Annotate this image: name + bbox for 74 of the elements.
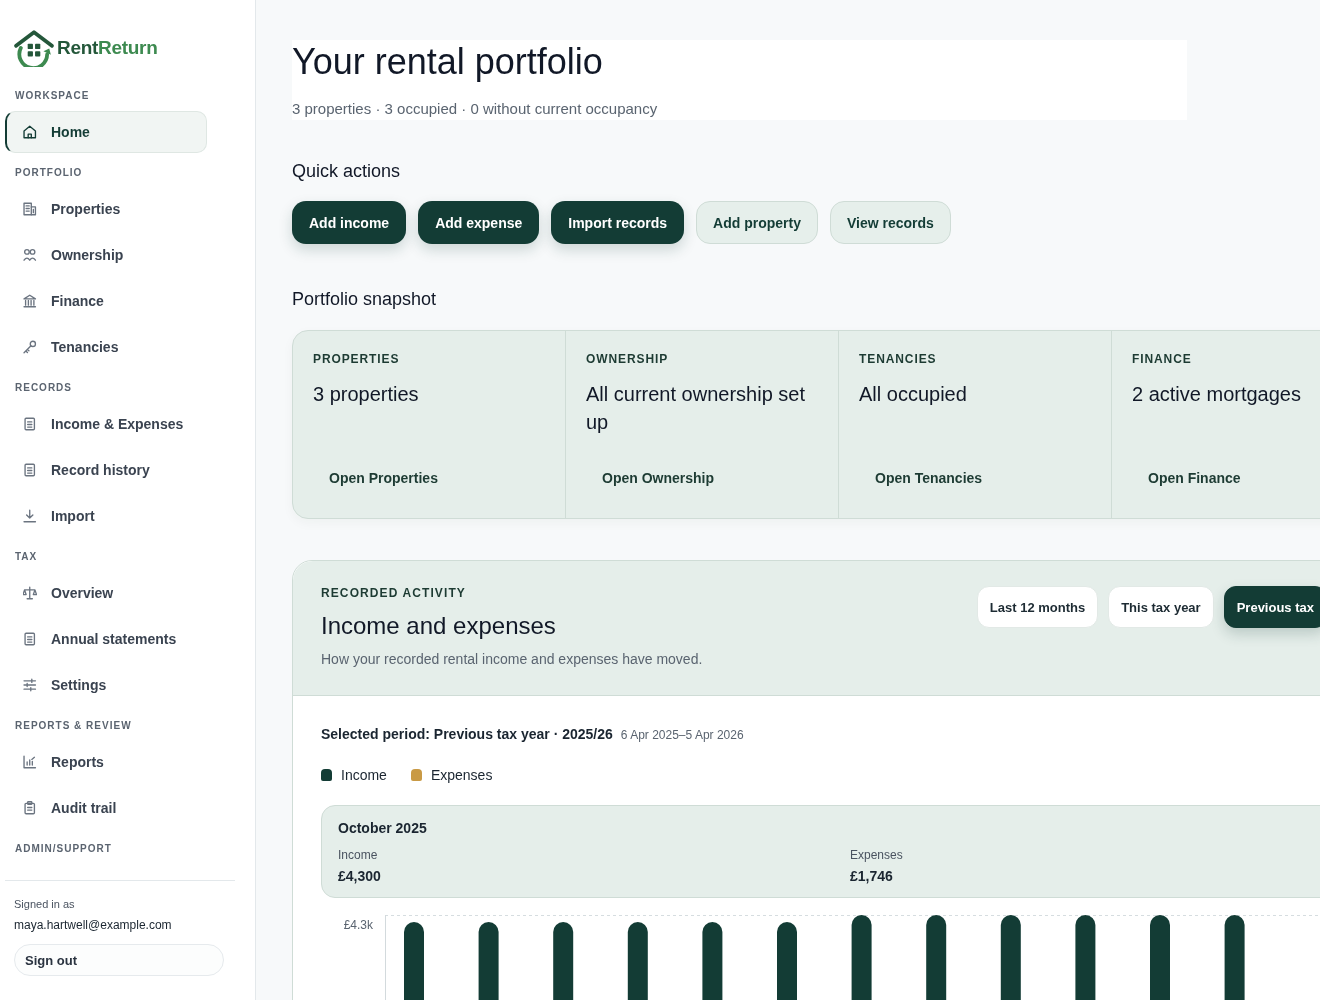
quick-action-button[interactable]: Import records <box>551 201 685 244</box>
legend-label: Expenses <box>430 766 493 784</box>
document-icon <box>23 417 37 431</box>
quick-action-button[interactable]: Add expense <box>418 201 540 244</box>
card-value: 3 properties <box>313 382 419 407</box>
date-range: 6 Apr 2025–5 Apr 2026 <box>620 727 744 743</box>
nav-item[interactable]: Import <box>5 495 207 537</box>
nav-item[interactable]: Income & Expenses <box>5 403 207 445</box>
people-icon <box>23 248 37 262</box>
nav-item[interactable]: Record history <box>5 449 207 491</box>
card-link[interactable]: Open Tenancies <box>859 463 999 493</box>
card-link[interactable]: Open Properties <box>313 463 454 493</box>
section-label: ADMIN/SUPPORT <box>15 843 112 855</box>
summary-label: Expenses <box>850 847 903 863</box>
section-heading: Portfolio snapshot <box>292 288 437 311</box>
section-label: RECORDS <box>15 382 72 394</box>
card-label: PROPERTIES <box>313 352 400 366</box>
section-label: REPORTS & REVIEW <box>15 720 132 732</box>
key-icon <box>23 340 37 354</box>
document-icon <box>23 632 37 646</box>
section-label: WORKSPACE <box>15 90 90 102</box>
nav-item[interactable]: Tenancies <box>5 326 207 368</box>
scales-icon <box>23 586 37 600</box>
summary-value: £4,300 <box>338 867 381 885</box>
nav-item[interactable]: Finance <box>5 280 207 322</box>
quick-action-button[interactable]: Add income <box>292 201 407 244</box>
home-icon <box>23 125 37 139</box>
panel-description: How your recorded rental income and expenses have moved. <box>321 650 703 669</box>
card-value: All current ownership set up <box>586 382 806 435</box>
quick-action-button[interactable]: Add property <box>696 201 818 244</box>
nav-item[interactable]: Settings <box>5 664 207 706</box>
nav-item[interactable]: Audit trail <box>5 787 207 829</box>
period-button[interactable]: This tax year <box>1108 586 1214 628</box>
nav-item[interactable]: Reports <box>5 741 207 783</box>
user-email: maya.hartwell@example.com <box>14 917 172 933</box>
nav-item[interactable]: Home <box>5 111 207 153</box>
summary-month: October 2025 <box>338 819 427 837</box>
period-button[interactable]: Previous tax <box>1223 586 1320 628</box>
legend-label: Income <box>341 766 387 784</box>
bank-icon <box>23 294 37 308</box>
card-value: All occupied <box>859 382 967 407</box>
nav-item[interactable]: Overview <box>5 572 207 614</box>
download-icon <box>23 509 37 523</box>
card-value: 2 active mortgages <box>1132 382 1301 407</box>
document-icon <box>23 463 37 477</box>
logo-icon <box>14 29 54 67</box>
page-title: Your rental portfolio <box>292 40 603 84</box>
summary-value: £1,746 <box>850 867 893 885</box>
clipboard-icon <box>23 801 37 815</box>
card-link[interactable]: Open Finance <box>1132 463 1257 493</box>
nav-item[interactable]: Properties <box>5 188 207 230</box>
card-label: OWNERSHIP <box>586 352 669 366</box>
panel-title: Income and expenses <box>321 611 556 641</box>
signed-in-label: Signed in as <box>14 897 75 911</box>
section-heading: Quick actions <box>292 160 401 183</box>
y-axis-label: £4.3k <box>343 918 373 932</box>
period-button[interactable]: Last 12 months <box>976 586 1099 628</box>
quick-action-button[interactable]: View records <box>829 201 951 244</box>
logo-text: RentReturn <box>57 36 158 60</box>
selected-period-label: Selected period: Previous tax year · 2025/26 <box>321 726 613 742</box>
bar-chart-icon <box>23 755 37 769</box>
section-label: TAX <box>15 551 38 563</box>
summary-label: Income <box>338 847 378 863</box>
page-subtitle: 3 properties · 3 occupied · 0 without current occupancy <box>292 99 658 119</box>
section-label: PORTFOLIO <box>15 167 83 179</box>
sliders-icon <box>23 678 37 692</box>
eyebrow-label: RECORDED ACTIVITY <box>321 586 466 600</box>
card-link[interactable]: Open Ownership <box>586 463 730 493</box>
nav-item[interactable]: Ownership <box>5 234 207 276</box>
card-label: TENANCIES <box>859 352 937 366</box>
sign-out-button[interactable]: Sign out <box>14 944 224 976</box>
nav-item[interactable]: Annual statements <box>5 618 207 660</box>
building-icon <box>23 202 37 216</box>
card-label: FINANCE <box>1132 352 1192 366</box>
